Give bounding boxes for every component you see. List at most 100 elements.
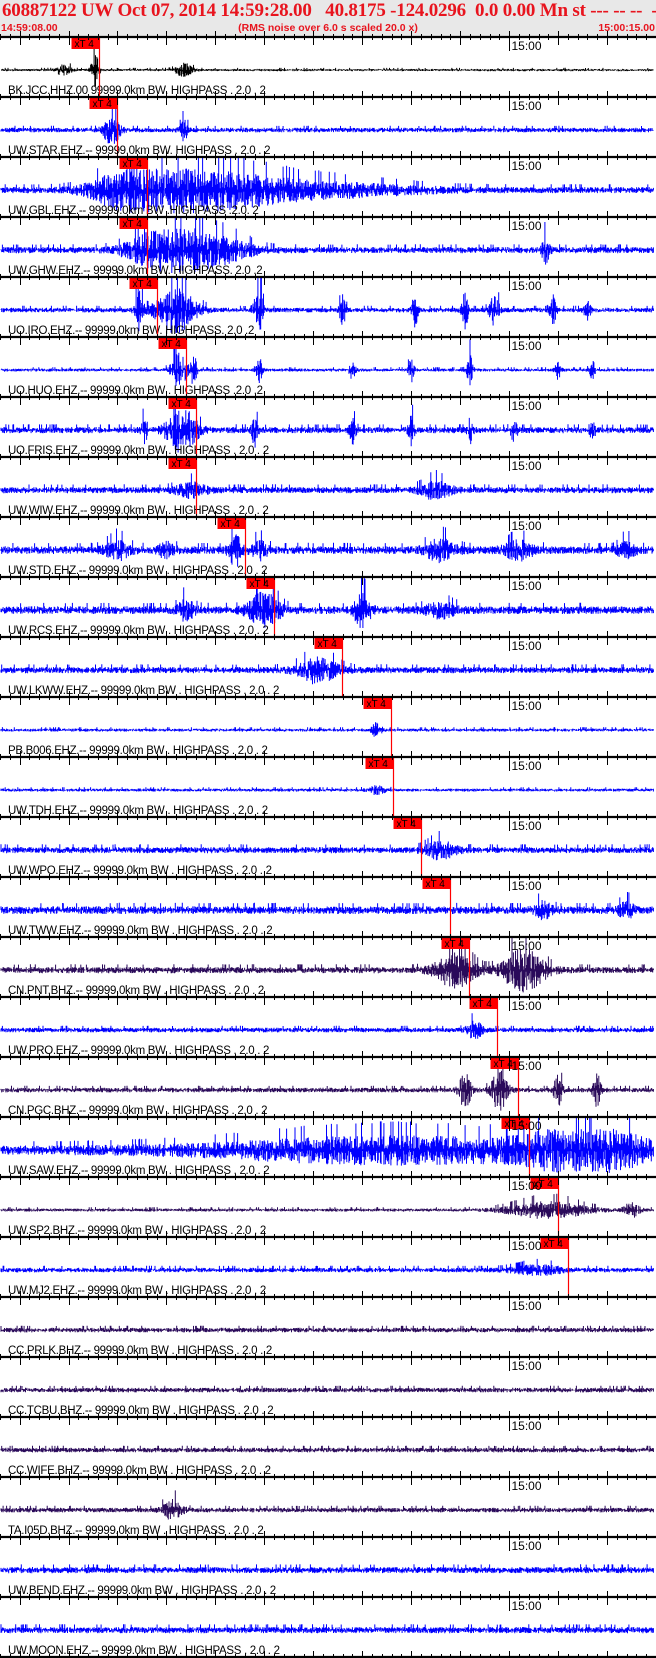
time-marker-label: 15:00: [512, 1119, 542, 1133]
station-label: BK.JCC.HHZ.00 99999.0km BW. HIGHPASS . 2…: [8, 85, 266, 97]
time-marker-label: 15:00: [512, 819, 542, 833]
trace-panel: TA.I05D.BHZ.-- 99999.0km BW . HIGHPASS .…: [0, 1490, 654, 1537]
time-ticks: [0, 991, 656, 1011]
waveform: [0, 1325, 654, 1333]
time-ticks: [0, 1051, 656, 1071]
time-marker-label: 15:00: [512, 1539, 542, 1553]
station-label: UW.WIW.EHZ.-- 99999.0km BW . HIGHPASS . …: [8, 505, 268, 517]
waveform: [0, 339, 654, 386]
time-marker-label: 15:00: [512, 879, 542, 893]
trace-panel: UW.BEND.EHZ.-- 99999.0km BW . HIGHPASS .…: [0, 1564, 654, 1597]
time-ticks: [0, 391, 656, 411]
waveform: [0, 1624, 654, 1634]
time-ticks: [0, 271, 656, 291]
pick-label: xT 4: [93, 99, 113, 110]
time-marker-label: 15:00: [512, 1479, 542, 1493]
time-marker-label: 15:00: [512, 1179, 542, 1193]
trace-panel: PB.B006.EHZ.-- 99999.0km BW . HIGHPASS .…: [0, 697, 654, 757]
time-marker-label: 15:00: [512, 39, 542, 53]
station-label: CC.WIFE.BHZ.-- 99999.0km BW . HIGHPASS .…: [8, 1465, 271, 1477]
waveform: [0, 651, 654, 685]
pick-label: xT 4: [250, 579, 270, 590]
time-marker-label: 15:00: [512, 1059, 542, 1073]
pick-label: xT 4: [318, 639, 338, 650]
time-marker-label: 15:00: [512, 1239, 542, 1253]
pick-label: xT 4: [367, 699, 387, 710]
station-label: UW.TWW.EHZ.-- 99999.0km BW . HIGHPASS . …: [8, 925, 272, 937]
station-label: CC.TCBU.BHZ.-- 99999.0km BW . HIGHPASS .…: [8, 1405, 273, 1417]
waveform: [0, 1058, 654, 1111]
time-ticks: [0, 331, 656, 351]
station-label: UW.PRO.EHZ.-- 99999.0km BW . HIGHPASS . …: [8, 1045, 269, 1057]
trace-panel: CC.PRLK.BHZ.-- 99999.0km BW . HIGHPASS .…: [0, 1325, 654, 1357]
time-marker-label: 15:00: [512, 1299, 542, 1313]
trace-panel: UO.HUO.EHZ.-- 99999.0km BW . HIGHPASS .2…: [0, 337, 654, 397]
waveform: [0, 831, 654, 861]
pick-label: xT 4: [494, 1059, 514, 1070]
waveform: [0, 892, 654, 921]
waveform: [0, 1490, 654, 1520]
pick-label: xT 4: [123, 159, 143, 170]
time-ticks: [0, 1411, 656, 1431]
pick-label: xT 4: [162, 339, 182, 350]
station-label: UW.WPO.EHZ.-- 99999.0km BW . HIGHPASS . …: [8, 865, 272, 877]
station-label: UW.RCS.EHZ.-- 99999.0km BW . HIGHPASS . …: [8, 625, 268, 637]
trace-panel: UW.SAW.EHZ.-- 99999.0km BW . HIGHPASS . …: [0, 1117, 654, 1177]
station-label: UO.HUO.EHZ.-- 99999.0km BW . HIGHPASS .2…: [8, 385, 263, 397]
time-marker-label: 15:00: [512, 1599, 542, 1613]
time-marker-label: 15:00: [512, 339, 542, 353]
waveform: [0, 1445, 654, 1453]
time-marker-label: 15:00: [512, 99, 542, 113]
time-marker-label: 15:00: [512, 219, 542, 233]
seismogram-plot: BK.JCC.HHZ.00 99999.0km BW. HIGHPASS . 2…: [0, 31, 656, 1658]
trace-panel: UW.LKWW.EHZ.-- 99999.0km BW . HIGHPASS .…: [0, 637, 654, 697]
waveform: [0, 520, 654, 567]
time-marker-label: 15:00: [512, 279, 542, 293]
time-ticks: [0, 151, 656, 171]
station-label: CC.PRLK.BHZ.-- 99999.0km BW . HIGHPASS .…: [8, 1345, 272, 1357]
time-marker-label: 15:00: [512, 999, 542, 1013]
time-marker-label: 15:00: [512, 519, 542, 533]
time-marker-label: 15:00: [512, 639, 542, 653]
trace-panel: UW.SP2.BHZ.-- 99999.0km BW . HIGHPASS . …: [0, 1177, 654, 1237]
pick-label: xT 4: [123, 219, 143, 230]
trace-panel: UO.IRO.EHZ.-- 99999.0km BW. HIGHPASS. 2.…: [0, 277, 654, 337]
time-ticks: [0, 1531, 656, 1551]
pick-label: xT 4: [369, 759, 389, 770]
time-ticks: [0, 1471, 656, 1491]
trace-panel: CC.TCBU.BHZ.-- 99999.0km BW . HIGHPASS .…: [0, 1385, 654, 1417]
pick-label: xT 4: [75, 39, 95, 50]
time-marker-label: 15:00: [512, 399, 542, 413]
time-ticks: [0, 691, 656, 711]
pick-label: xT 4: [426, 879, 446, 890]
trace-panel: UW.WIW.EHZ.-- 99999.0km BW . HIGHPASS . …: [0, 457, 654, 517]
time-marker-label: 15:00: [512, 759, 542, 773]
station-label: UO.FRIS.EHZ.-- 99999.0km BW . HIGHPASS .…: [8, 445, 269, 457]
trace-panel: UW.GHW.EHZ.-- 99999.0km BW. HIGHPASS. 2.…: [0, 217, 654, 277]
pick-label: xT 4: [473, 999, 493, 1010]
waveform: [0, 1258, 654, 1276]
time-marker-label: 15:00: [512, 579, 542, 593]
time-marker-label: 15:00: [512, 459, 542, 473]
waveform: [0, 1013, 654, 1039]
station-label: UW.SP2.BHZ.-- 99999.0km BW . HIGHPASS . …: [8, 1225, 266, 1237]
trace-panel: UW.TDH.EHZ.-- 99999.0km BW . HIGHPASS . …: [0, 757, 654, 817]
trace-panel: BK.JCC.HHZ.00 99999.0km BW. HIGHPASS . 2…: [1, 37, 654, 97]
pick-label: xT 4: [133, 279, 153, 290]
pick-label: xT 4: [397, 819, 417, 830]
time-marker-label: 15:00: [512, 1419, 542, 1433]
time-ticks: [0, 451, 656, 471]
trace-panel: UW.MJ2.EHZ.-- 99999.0km BW . HIGHPASS . …: [0, 1237, 654, 1297]
station-label: UW.GHW.EHZ.-- 99999.0km BW. HIGHPASS. 2.…: [8, 265, 262, 277]
waveform: [0, 578, 654, 628]
trace-panel: UW.STD.EHZ.-- 99999.0km BW . HIGHPASS . …: [0, 517, 654, 577]
time-ticks: [0, 571, 656, 591]
pick-label: xT 4: [172, 399, 192, 410]
trace-panel: CN.PNT.BHZ.-- 99999.0km BW . HIGHPASS . …: [0, 937, 654, 997]
waveform: [0, 1564, 654, 1574]
pick-label: xT 4: [172, 459, 192, 470]
time-ticks: [0, 751, 656, 771]
trace-panel: CN.PGC.BHZ.-- 99999.0km BW . HIGHPASS . …: [0, 1057, 654, 1117]
time-ticks: [0, 1291, 656, 1311]
time-ticks: [0, 871, 656, 891]
